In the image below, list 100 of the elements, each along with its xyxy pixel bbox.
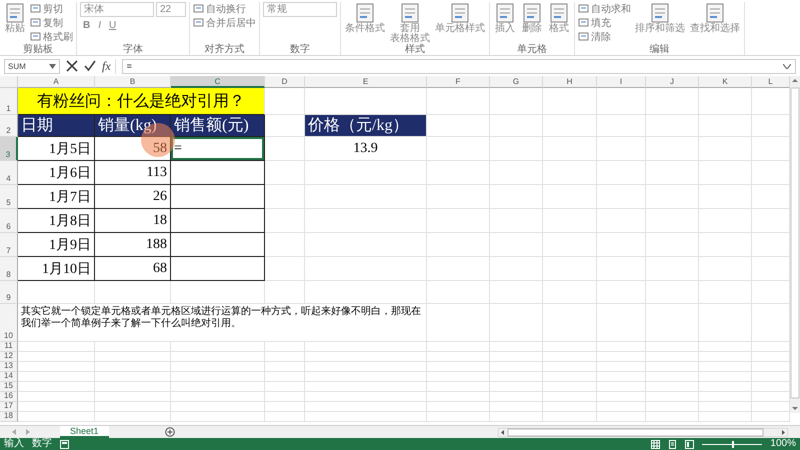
table-cell[interactable]: 1月9日: [18, 233, 95, 257]
row-header[interactable]: 11: [0, 342, 18, 352]
column-heading[interactable]: 日期: [18, 115, 95, 137]
status-mode: 输入: [4, 438, 24, 450]
dropdown-field[interactable]: 22: [156, 2, 186, 17]
row-header[interactable]: 2: [0, 115, 18, 137]
ribbon-button[interactable]: 粘贴: [3, 2, 27, 34]
table-cell[interactable]: =: [171, 137, 265, 161]
table-cell[interactable]: 68: [95, 257, 171, 281]
row-header[interactable]: 4: [0, 161, 18, 185]
row-header[interactable]: 15: [0, 382, 18, 392]
sheet-title[interactable]: 有粉丝问：什么是绝对引用？: [18, 88, 265, 115]
ribbon-button[interactable]: 条件格式: [344, 2, 386, 34]
ribbon-button[interactable]: 插入: [493, 2, 517, 34]
macro-recorder-icon: [60, 440, 69, 448]
row-header[interactable]: 9: [0, 281, 18, 304]
table-cell[interactable]: 26: [95, 185, 171, 209]
table-cell[interactable]: [171, 185, 265, 209]
ribbon-button[interactable]: 排序和筛选: [634, 2, 686, 34]
table-cell[interactable]: 1月6日: [18, 161, 95, 185]
row-header[interactable]: 16: [0, 392, 18, 402]
ribbon-button[interactable]: 格式刷: [30, 30, 73, 43]
document-icon: [578, 3, 589, 14]
column-header[interactable]: C: [171, 76, 265, 88]
ribbon-button[interactable]: 单元格样式: [434, 2, 486, 34]
format-button[interactable]: U: [106, 18, 120, 32]
formula-field[interactable]: =: [122, 58, 796, 74]
row-header[interactable]: 18: [0, 412, 18, 422]
ribbon-button[interactable]: 复制: [30, 16, 73, 29]
table-cell[interactable]: [171, 257, 265, 281]
row-header[interactable]: 10: [0, 304, 18, 342]
ribbon-button[interactable]: 自动换行: [193, 2, 256, 15]
format-button[interactable]: B: [80, 18, 94, 32]
dropdown-field[interactable]: 常规: [263, 2, 337, 17]
document-icon: [193, 3, 204, 14]
select-all-corner[interactable]: [0, 76, 18, 88]
column-header[interactable]: G: [490, 76, 543, 88]
zoom-level: 100%: [770, 438, 796, 450]
table-cell[interactable]: [171, 233, 265, 257]
column-heading[interactable]: 销量(kg): [95, 115, 171, 137]
sheet-tab[interactable]: Sheet1: [60, 426, 109, 438]
table-cell[interactable]: 188: [95, 233, 171, 257]
column-header[interactable]: I: [597, 76, 646, 88]
row-header[interactable]: 12: [0, 352, 18, 362]
group-label: 数字: [289, 44, 311, 55]
group-label: 剪贴板: [22, 44, 54, 55]
row-header[interactable]: 7: [0, 233, 18, 257]
group-label: 编辑: [648, 44, 670, 55]
dropdown-field[interactable]: 宋体: [80, 2, 154, 17]
name-box[interactable]: SUM: [4, 58, 60, 74]
table-cell[interactable]: 1月10日: [18, 257, 95, 281]
column-header[interactable]: L: [752, 76, 790, 88]
table-cell[interactable]: 18: [95, 209, 171, 233]
column-header[interactable]: D: [265, 76, 305, 88]
ribbon-button[interactable]: 格式: [547, 2, 571, 34]
column-heading[interactable]: 价格（元/kg）: [305, 115, 427, 137]
row-header[interactable]: 3: [0, 137, 18, 161]
row-header[interactable]: 5: [0, 185, 18, 209]
table-cell[interactable]: [171, 161, 265, 185]
ribbon-button[interactable]: 查找和选择: [689, 2, 741, 34]
document-icon: [30, 17, 41, 28]
row-header[interactable]: 8: [0, 257, 18, 281]
table-cell[interactable]: [171, 209, 265, 233]
group-label: 样式: [404, 44, 426, 55]
document-icon: [193, 17, 204, 28]
row-header[interactable]: 6: [0, 209, 18, 233]
format-button[interactable]: I: [95, 18, 104, 32]
table-cell[interactable]: 1月7日: [18, 185, 95, 209]
column-heading[interactable]: 销售额(元): [171, 115, 265, 137]
row-header[interactable]: 17: [0, 402, 18, 412]
table-cell[interactable]: 13.9: [305, 137, 427, 161]
ribbon-button[interactable]: 清除: [578, 30, 631, 43]
column-header[interactable]: E: [305, 76, 427, 88]
document-icon: [30, 31, 41, 42]
column-header[interactable]: H: [543, 76, 597, 88]
table-cell[interactable]: 1月8日: [18, 209, 95, 233]
ribbon-button[interactable]: 套用 表格格式: [389, 2, 431, 44]
group-label: 单元格: [516, 44, 548, 55]
table-cell[interactable]: 113: [95, 161, 171, 185]
ribbon-button[interactable]: 自动求和: [578, 2, 631, 15]
document-icon: [30, 3, 41, 14]
row-header[interactable]: 1: [0, 88, 18, 115]
expand-icon: [783, 64, 791, 68]
ribbon-button[interactable]: 填充: [578, 16, 631, 29]
column-header[interactable]: B: [95, 76, 171, 88]
row-header[interactable]: 13: [0, 362, 18, 372]
ribbon-button[interactable]: 删除: [520, 2, 544, 34]
column-header[interactable]: K: [699, 76, 752, 88]
ribbon-button[interactable]: 剪切: [30, 2, 73, 15]
check-icon: [84, 60, 96, 72]
table-cell[interactable]: 1月5日: [18, 137, 95, 161]
note-text[interactable]: 其实它就一个锁定单元格或者单元格区域进行运算的一种方式，听起来好像不明白，那现在我们举一个简单例子来了解一下什么叫绝对引用。: [18, 304, 427, 342]
column-header[interactable]: F: [427, 76, 490, 88]
column-header[interactable]: A: [18, 76, 95, 88]
insert-function-button[interactable]: fx: [102, 58, 116, 74]
table-cell[interactable]: 58: [95, 137, 171, 161]
row-header[interactable]: 14: [0, 372, 18, 382]
group-label: 字体: [122, 44, 144, 55]
column-header[interactable]: J: [646, 76, 699, 88]
ribbon-button[interactable]: 合并后居中: [193, 16, 256, 29]
